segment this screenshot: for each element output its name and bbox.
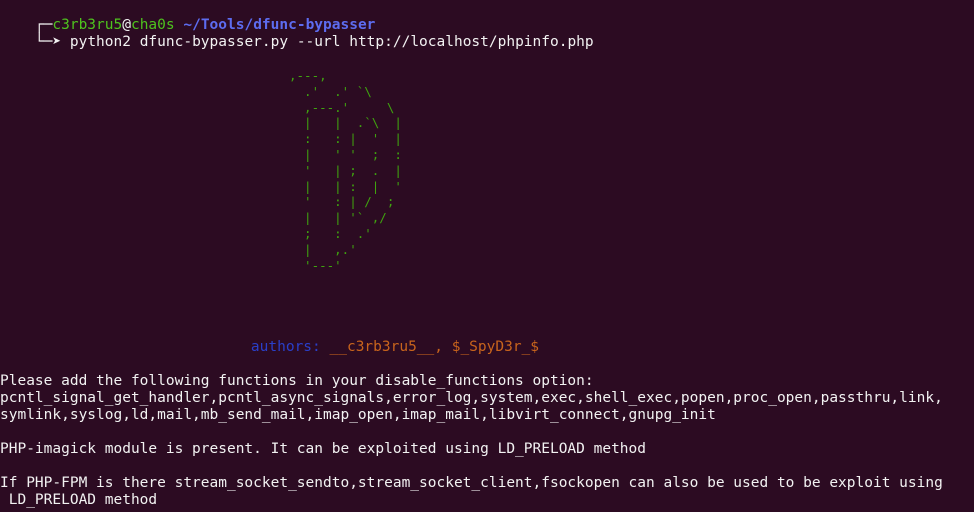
output-line-1: Please add the following functions in yo… bbox=[0, 373, 594, 389]
output-line-3: symlink,syslog,ld,mail,mb_send_mail,imap… bbox=[0, 407, 716, 423]
authors-label: authors: bbox=[250, 339, 321, 355]
authors-line: authors: __c3rb3ru5__, $_SpyD3r_$ bbox=[216, 322, 539, 373]
output-line-4: PHP-imagick module is present. It can be… bbox=[0, 441, 647, 457]
output-line-5: If PHP-FPM is there stream_socket_sendto… bbox=[0, 475, 943, 491]
command-line: └─➤ python2 dfunc-bypasser.py --url http… bbox=[0, 17, 594, 68]
command-text: python2 dfunc-bypasser.py --url http://l… bbox=[69, 34, 594, 50]
ascii-logo: ,---, .' .' `\ ,---.' \ | | .`\ | : : | … bbox=[289, 68, 402, 273]
prompt-corner-bottom: └─➤ bbox=[34, 34, 62, 50]
output-line-6: LD_PRELOAD method bbox=[0, 492, 158, 508]
terminal-window[interactable]: ┌─c3rb3ru5@cha0s ~/Tools/dfunc-bypasser … bbox=[0, 0, 974, 512]
authors-names: __c3rb3ru5__, $_SpyD3r_$ bbox=[329, 339, 540, 355]
output-line-2: pcntl_signal_get_handler,pcntl_async_sig… bbox=[0, 390, 943, 406]
